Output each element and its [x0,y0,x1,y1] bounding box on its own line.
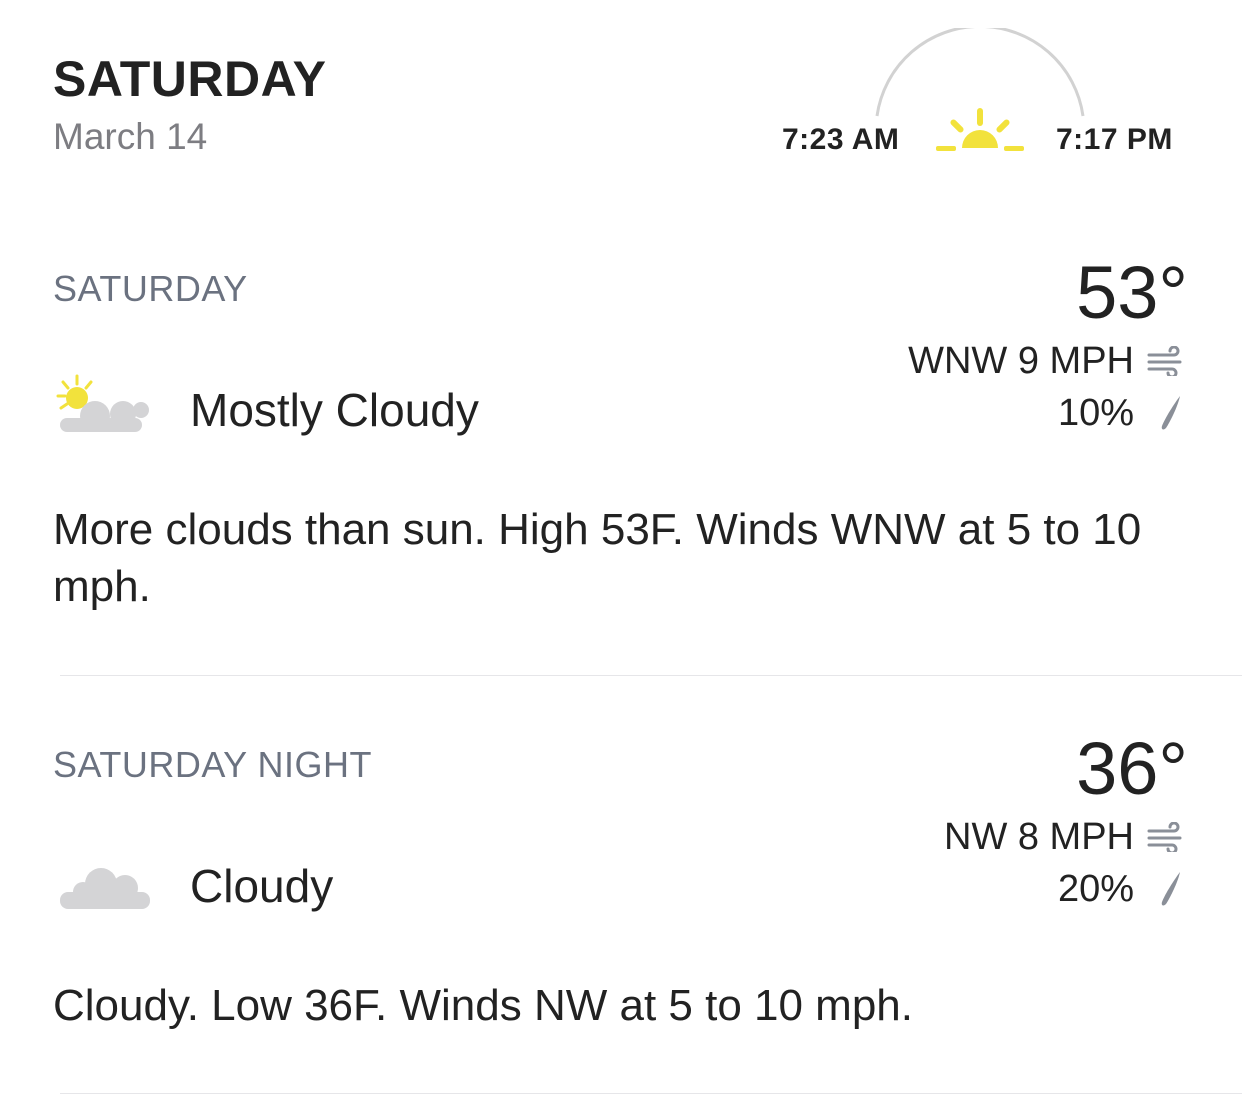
sunset-time: 7:17 PM [1056,123,1173,156]
period-description: Cloudy. Low 36F. Winds NW at 5 to 10 mph… [53,981,913,1030]
divider [60,1093,1242,1094]
period-precip: 10% [1057,392,1134,434]
period-label: SATURDAY NIGHT [53,744,373,785]
wind-icon [1147,346,1182,376]
period-description: More clouds than sun. High 53F. Winds WN… [53,505,1142,611]
partly-cloudy-icon [56,374,149,432]
day-date: March 14 [53,116,208,157]
divider [60,675,1242,676]
period-temperature: 36° [1076,727,1188,810]
sunrise-sun-icon [936,108,1024,151]
period-wind: WNW 9 MPH [908,340,1134,382]
period-label: SATURDAY [53,268,248,309]
period-temperature: 53° [1076,251,1188,334]
sunrise-time: 7:23 AM [782,123,900,156]
period-wind: NW 8 MPH [944,816,1134,858]
cloudy-icon [60,868,150,909]
day-title: SATURDAY [53,51,327,107]
wind-icon [1147,822,1182,852]
raindrop-icon [1161,872,1180,906]
raindrop-icon [1161,396,1180,430]
period-precip: 20% [1057,868,1134,910]
period-condition: Mostly Cloudy [190,384,479,436]
period-condition: Cloudy [190,860,334,912]
